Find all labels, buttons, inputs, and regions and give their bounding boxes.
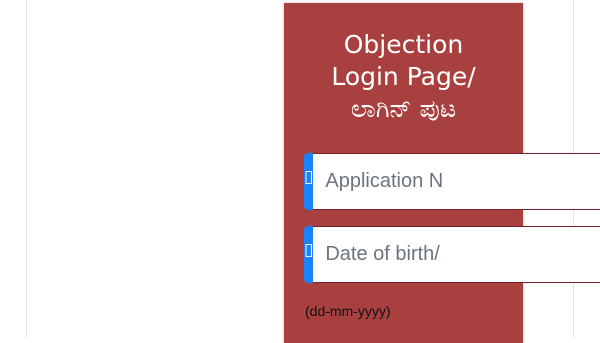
title-line: Objection (343, 30, 464, 59)
page-title: Objection Login Page/ ಲಾಗಿನ್ ಪುಟ (284, 29, 523, 125)
login-card: Objection Login Page/ ಲಾಗಿನ್ ಪುಟ ▯ ▯ (dd… (284, 3, 600, 343)
broken-glyph-icon: ▯ (304, 153, 314, 210)
date-format-hint: (dd-mm-yyyy) (305, 303, 391, 319)
broken-glyph-icon: ▯ (304, 226, 314, 283)
title-line-kannada: ಲಾಗಿನ್ ಪುಟ (350, 94, 457, 123)
date-of-birth-group: ▯ (304, 226, 600, 283)
application-number-group: ▯ (304, 153, 600, 210)
title-line: Login Page/ (331, 62, 476, 91)
date-of-birth-input[interactable] (313, 226, 600, 283)
application-number-input[interactable] (313, 153, 600, 210)
